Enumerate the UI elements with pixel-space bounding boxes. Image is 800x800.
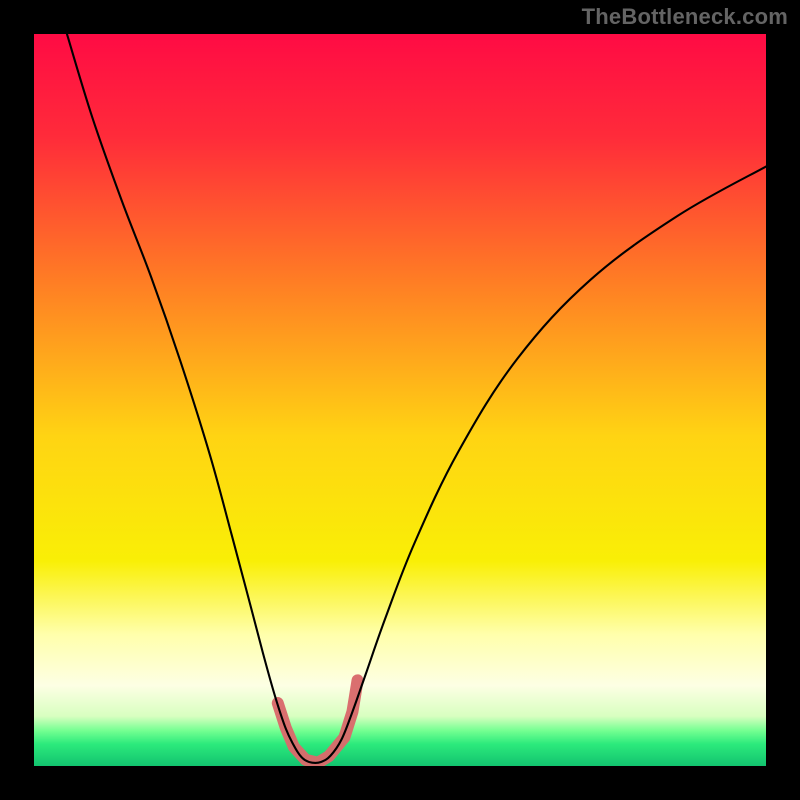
chart-frame: TheBottleneck.com <box>0 0 800 800</box>
highlight-dots <box>278 680 358 762</box>
bottleneck-curve <box>67 34 766 763</box>
curve-layer <box>34 34 766 766</box>
watermark-text: TheBottleneck.com <box>582 4 788 30</box>
plot-area <box>34 34 766 766</box>
